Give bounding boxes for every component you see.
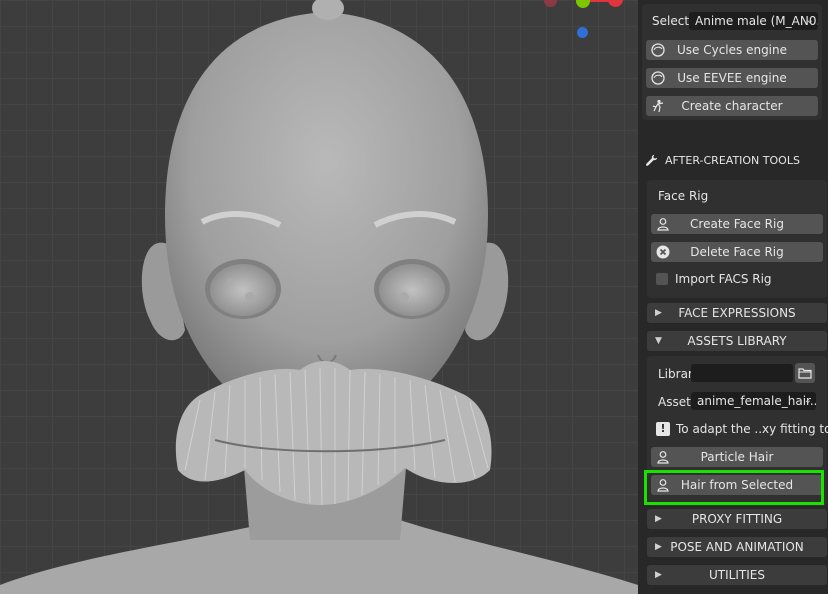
particle-hair-label: Particle Hair [700, 450, 774, 464]
folder-icon [798, 368, 812, 379]
pose-and-animation-section[interactable]: ▶ POSE AND ANIMATION [647, 537, 827, 557]
info-message: To adapt the ..xy fitting tool [676, 422, 828, 436]
create-face-rig-button[interactable]: Create Face Rig [651, 214, 823, 234]
triangle-right-icon: ▶ [655, 570, 662, 580]
create-character-button[interactable]: Create character [646, 96, 818, 116]
face-expressions-section[interactable]: ▶ FACE EXPRESSIONS [647, 303, 827, 323]
use-eevee-button[interactable]: Use EEVEE engine [646, 68, 818, 88]
utilities-section[interactable]: ▶ UTILITIES [647, 565, 827, 585]
chevron-down-icon: ⌄ [805, 15, 814, 26]
user-icon [657, 451, 669, 464]
hair-from-selected-highlight [644, 470, 824, 505]
triangle-right-icon: ▶ [655, 514, 662, 524]
library-path-field[interactable] [691, 364, 793, 382]
create-face-rig-label: Create Face Rig [690, 217, 784, 231]
mb-lab-panel: Select: Anime male (M_AN0.. ⌄ Use Cycles… [638, 0, 828, 594]
armature-pose-icon [652, 99, 664, 113]
particle-hair-button[interactable]: Particle Hair [651, 447, 823, 467]
after-creation-title: AFTER-CREATION TOOLS [665, 154, 800, 167]
select-label: Select: [652, 14, 694, 28]
info-icon: ! [656, 422, 670, 436]
assets-select-dropdown[interactable]: anime_female_hair.. ⌄ [691, 392, 816, 410]
use-cycles-button[interactable]: Use Cycles engine [646, 40, 818, 60]
assets-library-section[interactable]: ▼ ASSETS LIBRARY [647, 331, 827, 351]
import-facs-label: Import FACS Rig [675, 272, 772, 286]
delete-face-rig-button[interactable]: Delete Face Rig [651, 242, 823, 262]
assets-library-label: ASSETS LIBRARY [687, 334, 787, 348]
library-label: Librar [658, 367, 693, 381]
import-facs-checkbox[interactable] [656, 273, 668, 285]
use-cycles-label: Use Cycles engine [676, 43, 788, 57]
proxy-fitting-section[interactable]: ▶ PROXY FITTING [647, 509, 827, 529]
character-setup-box: Select: Anime male (M_AN0.. ⌄ Use Cycles… [642, 4, 822, 120]
utilities-label: UTILITIES [709, 568, 765, 582]
triangle-right-icon: ▶ [655, 308, 662, 318]
create-character-label: Create character [681, 99, 783, 113]
triangle-right-icon: ▶ [655, 542, 662, 552]
assets-select-value: anime_female_hair.. [697, 394, 816, 408]
face-expressions-label: FACE EXPRESSIONS [678, 306, 796, 320]
world-sphere-icon [651, 43, 665, 57]
delete-face-rig-label: Delete Face Rig [690, 245, 784, 259]
face-rig-title: Face Rig [658, 189, 709, 203]
3d-viewport[interactable] [0, 0, 638, 594]
x-circle-icon [656, 245, 670, 259]
chevron-down-icon: ⌄ [803, 395, 812, 406]
pose-and-animation-label: POSE AND ANIMATION [670, 540, 804, 554]
character-select-dropdown[interactable]: Anime male (M_AN0.. ⌄ [689, 12, 818, 30]
triangle-down-icon: ▼ [655, 336, 662, 346]
wrench-icon [646, 154, 658, 166]
use-eevee-label: Use EEVEE engine [677, 71, 787, 85]
gizmo-z-axis-icon[interactable] [577, 27, 588, 38]
character-select-value: Anime male (M_AN0.. [695, 14, 818, 28]
proxy-fitting-label: PROXY FITTING [691, 512, 783, 526]
world-sphere-icon [651, 71, 665, 85]
folder-browse-button[interactable] [795, 363, 815, 383]
user-icon [657, 218, 669, 231]
face-rig-box: Face Rig Create Face Rig Delete Face Rig… [647, 180, 827, 298]
character-model [0, 0, 638, 594]
